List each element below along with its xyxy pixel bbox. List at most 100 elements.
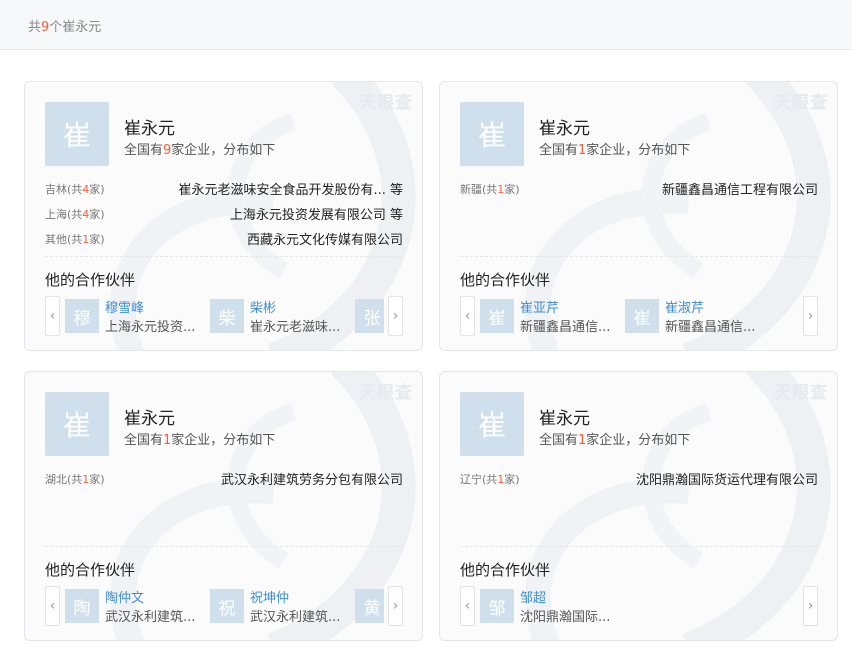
person-name[interactable]: 崔永元: [124, 114, 175, 139]
chevron-right-icon[interactable]: ›: [803, 586, 818, 626]
person-name[interactable]: 崔永元: [539, 404, 590, 429]
region-count: 4: [82, 182, 90, 196]
region-count: 1: [497, 472, 505, 486]
person-card[interactable]: 天眼查 崔崔永元全国有1家企业，分布如下辽宁(共1家) 沈阳鼎瀚国际货运代理有限公司…: [439, 371, 838, 641]
result-count-text: 共9个崔永元: [28, 20, 102, 35]
region-label: 湖北(共1家): [45, 472, 105, 486]
partner-name-link[interactable]: 陶仲文: [105, 587, 144, 606]
company-summary: 全国有1家企业，分布如下: [124, 433, 276, 448]
partner-avatar[interactable]: 陶: [65, 589, 99, 623]
watermark-logo: 天眼查: [359, 383, 413, 403]
partner-name-link[interactable]: 崔淑芹: [665, 297, 704, 316]
person-avatar[interactable]: 崔: [460, 102, 524, 166]
watermark-logo: 天眼查: [774, 93, 828, 113]
partner-track: 崔崔亚芹 新疆鑫昌通信... 崔崔淑芹 新疆鑫昌通信...: [480, 296, 799, 336]
company-count: 1: [578, 433, 587, 448]
region-list: 湖北(共1家) 武汉永利建筑劳务分包有限公司: [45, 466, 403, 491]
divider: [45, 256, 403, 257]
company-count: 1: [163, 433, 172, 448]
company-link[interactable]: 西藏永元文化传媒有限公司: [247, 229, 403, 248]
person-name[interactable]: 崔永元: [124, 404, 175, 429]
partner-carousel: ‹ 穆穆雪峰上海永元投资... 柴柴彬崔永元老滋味... 张 ›: [45, 296, 403, 336]
partner-company: 新疆鑫昌通信...: [520, 320, 611, 335]
region-row: 吉林(共4家) 崔永元老滋味安全食品开发股份有... 等: [45, 176, 403, 201]
partners-title: 他的合作伙伴: [45, 561, 136, 579]
region-label: 新疆(共1家): [460, 182, 520, 196]
partner-track: 穆穆雪峰上海永元投资... 柴柴彬崔永元老滋味... 张: [65, 296, 384, 336]
region-list: 新疆(共1家) 新疆鑫昌通信工程有限公司: [460, 176, 818, 201]
partner-avatar[interactable]: 穆: [65, 299, 99, 333]
chevron-right-icon[interactable]: ›: [388, 296, 403, 336]
results-header: 共9个崔永元: [0, 0, 852, 50]
region-row: 其他(共1家) 西藏永元文化传媒有限公司: [45, 226, 403, 251]
watermark-logo: 天眼查: [359, 93, 413, 113]
company-link[interactable]: 崔永元老滋味安全食品开发股份有... 等: [178, 179, 403, 198]
region-label: 其他(共1家): [45, 232, 105, 246]
person-avatar[interactable]: 崔: [460, 392, 524, 456]
company-link[interactable]: 上海永元投资发展有限公司 等: [230, 204, 403, 223]
region-count: 1: [82, 472, 90, 486]
person-card[interactable]: 天眼查崔崔永元 全国有1家企业，分布如下 新疆(共1家) 新疆鑫昌通信工程有限公司 他的…: [439, 81, 838, 351]
chevron-right-icon[interactable]: ›: [388, 586, 403, 626]
partner-carousel: ‹ 陶陶仲文武汉永利建筑... 祝祝坤仲武汉永利建筑... 黄 ›: [45, 586, 403, 626]
partner-name-link[interactable]: 邹超: [520, 587, 546, 606]
partner-avatar[interactable]: 黄: [355, 589, 384, 623]
company-summary: 全国有9家企业，分布如下: [124, 143, 276, 158]
partner-name-link[interactable]: 柴彬: [250, 297, 276, 316]
company-link[interactable]: 沈阳鼎瀚国际货运代理有限公司: [636, 469, 818, 488]
region-row: 上海(共4家) 上海永元投资发展有限公司 等: [45, 201, 403, 226]
person-avatar[interactable]: 崔: [45, 392, 109, 456]
divider: [45, 546, 403, 547]
partner-name-link[interactable]: 崔亚芹: [520, 297, 559, 316]
person-avatar[interactable]: 崔: [45, 102, 109, 166]
region-row: 湖北(共1家) 武汉永利建筑劳务分包有限公司: [45, 466, 403, 491]
region-label: 辽宁(共1家): [460, 472, 520, 486]
divider: [460, 546, 818, 547]
region-row: 新疆(共1家) 新疆鑫昌通信工程有限公司: [460, 176, 818, 201]
partner-company: 沈阳鼎瀚国际...: [520, 610, 611, 625]
company-link[interactable]: 武汉永利建筑劳务分包有限公司: [221, 469, 403, 488]
region-count: 1: [497, 182, 505, 196]
partner-company: 武汉永利建筑...: [105, 610, 196, 625]
company-count: 1: [578, 143, 587, 158]
company-link[interactable]: 新疆鑫昌通信工程有限公司: [662, 179, 818, 198]
company-count: 9: [163, 143, 172, 158]
partner-track: 邹邹超沈阳鼎瀚国际...: [480, 586, 799, 626]
chevron-left-icon[interactable]: ‹: [460, 586, 475, 626]
partner-avatar[interactable]: 邹: [480, 589, 514, 623]
partner-avatar[interactable]: 柴: [210, 299, 244, 333]
partner-avatar[interactable]: 张: [355, 299, 384, 333]
partner-company: 上海永元投资...: [105, 320, 196, 335]
chevron-right-icon[interactable]: ›: [803, 296, 818, 336]
company-summary: 全国有1家企业，分布如下: [539, 143, 691, 158]
partner-avatar[interactable]: 崔: [625, 299, 659, 333]
person-card[interactable]: 天眼查 崔崔永元全国有1家企业，分布如下湖北(共1家) 武汉永利建筑劳务分包有限公司…: [24, 371, 423, 641]
partner-company: 崔永元老滋味...: [250, 320, 341, 335]
region-list: 辽宁(共1家) 沈阳鼎瀚国际货运代理有限公司: [460, 466, 818, 491]
partner-name-link[interactable]: 祝坤仲: [250, 587, 289, 606]
partner-company: 新疆鑫昌通信...: [665, 320, 756, 335]
chevron-left-icon[interactable]: ‹: [460, 296, 475, 336]
partner-company: 武汉永利建筑...: [250, 610, 341, 625]
company-summary: 全国有1家企业，分布如下: [539, 433, 691, 448]
region-label: 上海(共4家): [45, 207, 105, 221]
region-label: 吉林(共4家): [45, 182, 105, 196]
region-count: 1: [82, 232, 90, 246]
person-name[interactable]: 崔永元: [539, 114, 590, 139]
partner-carousel: ‹ 邹邹超 沈阳鼎瀚国际... ›: [460, 586, 818, 626]
partners-title: 他的合作伙伴: [45, 271, 136, 289]
watermark-logo: 天眼查: [774, 383, 828, 403]
partner-name-link[interactable]: 穆雪峰: [105, 297, 144, 316]
partner-avatar[interactable]: 祝: [210, 589, 244, 623]
chevron-left-icon[interactable]: ‹: [45, 586, 60, 626]
chevron-left-icon[interactable]: ‹: [45, 296, 60, 336]
region-row: 辽宁(共1家) 沈阳鼎瀚国际货运代理有限公司: [460, 466, 818, 491]
person-card[interactable]: 天眼查 崔崔永元全国有9家企业，分布如下吉林(共4家) 崔永元老滋味安全食品开发股份…: [24, 81, 423, 351]
partner-carousel: ‹ 崔崔亚芹 新疆鑫昌通信... 崔崔淑芹 新疆鑫昌通信... ›: [460, 296, 818, 336]
region-count: 4: [82, 207, 90, 221]
partners-title: 他的合作伙伴: [460, 271, 551, 289]
divider: [460, 256, 818, 257]
partner-avatar[interactable]: 崔: [480, 299, 514, 333]
region-list: 吉林(共4家) 崔永元老滋味安全食品开发股份有... 等上海(共4家) 上海永元投资…: [45, 176, 403, 251]
partners-title: 他的合作伙伴: [460, 561, 551, 579]
